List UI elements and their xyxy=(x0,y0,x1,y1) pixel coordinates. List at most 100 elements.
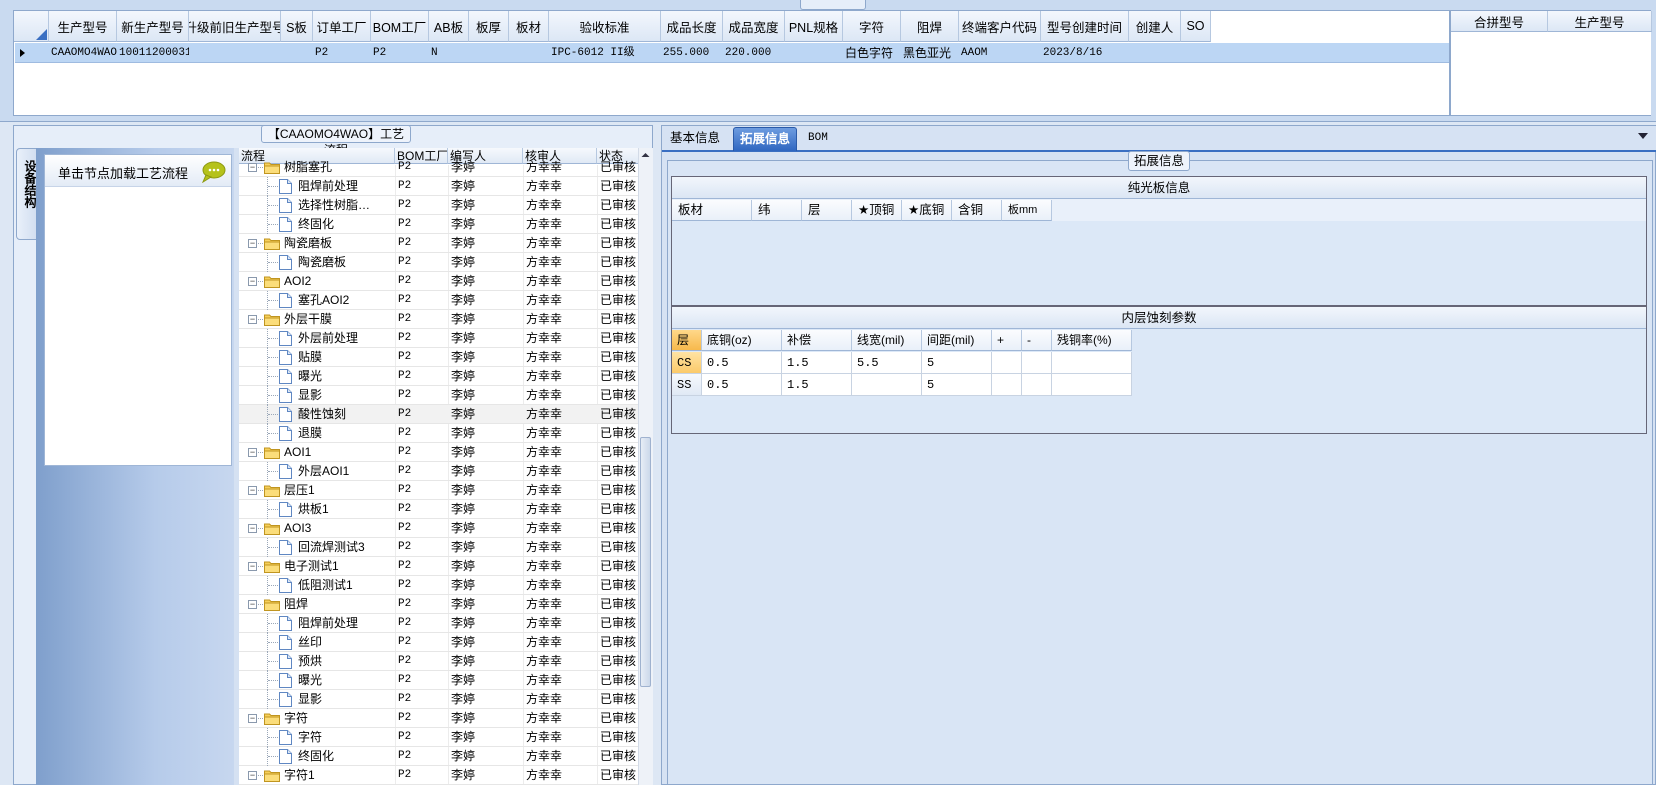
scrollbar-thumb[interactable] xyxy=(640,437,651,687)
grid-cell[interactable] xyxy=(1129,43,1181,63)
tree-node-step[interactable]: 显影 P2 李婷 方幸幸 已审核 xyxy=(239,690,639,709)
tree-node-folder[interactable]: − 字符 P2 李婷 方幸幸 已审核 xyxy=(239,709,639,728)
tab-extended-info[interactable]: 拓展信息 xyxy=(733,127,798,151)
col-header-created-time[interactable]: 型号创建时间 xyxy=(1041,11,1129,42)
grid-cell[interactable]: 220.000 xyxy=(723,43,785,63)
col-header-creator[interactable]: 创建人 xyxy=(1129,11,1181,42)
tree-node-step[interactable]: 退膜 P2 李婷 方幸幸 已审核 xyxy=(239,424,639,443)
tree-node-step[interactable]: 陶瓷磨板 P2 李婷 方幸幸 已审核 xyxy=(239,253,639,272)
grid-cell[interactable] xyxy=(1181,43,1211,63)
tree-node-step[interactable]: 终固化 P2 李婷 方幸幸 已审核 xyxy=(239,215,639,234)
etch-cell[interactable]: 5 xyxy=(922,374,992,396)
collapse-icon[interactable]: − xyxy=(248,771,257,780)
col-header-old-model[interactable]: 升级前旧生产型号 xyxy=(189,11,281,42)
tree-node-step[interactable]: 终固化 P2 李婷 方幸幸 已审核 xyxy=(239,747,639,766)
col-header-soldermask[interactable]: 阻焊 xyxy=(901,11,959,42)
grid-cell[interactable] xyxy=(469,43,509,63)
tree-node-folder[interactable]: − 层压1 P2 李婷 方幸幸 已审核 xyxy=(239,481,639,500)
col-header[interactable]: 板材 xyxy=(672,200,752,221)
etch-cell[interactable] xyxy=(1052,352,1132,374)
tree-node-step[interactable]: 字符 P2 李婷 方幸幸 已审核 xyxy=(239,728,639,747)
tab-dropdown-icon[interactable] xyxy=(1638,133,1648,139)
collapse-icon[interactable]: − xyxy=(248,486,257,495)
merge-col-header[interactable]: 合拼型号 xyxy=(1451,11,1548,32)
col-header[interactable]: 底铜(oz) xyxy=(702,330,782,351)
tree-node-folder[interactable]: − 阻焊 P2 李婷 方幸幸 已审核 xyxy=(239,595,639,614)
tree-node-step[interactable]: 显影 P2 李婷 方幸幸 已审核 xyxy=(239,386,639,405)
tree-node-folder[interactable]: − AOI2 P2 李婷 方幸幸 已审核 xyxy=(239,272,639,291)
etch-cell[interactable] xyxy=(992,352,1022,374)
grid-cell[interactable]: IPC-6012 II级 xyxy=(549,43,661,63)
etch-cell[interactable] xyxy=(1052,374,1132,396)
collapse-icon[interactable]: − xyxy=(248,277,257,286)
col-header[interactable]: 线宽(mil) xyxy=(852,330,922,351)
tree-node-step[interactable]: 酸性蚀刻 P2 李婷 方幸幸 已审核 xyxy=(239,405,639,424)
col-header[interactable]: - xyxy=(1022,330,1052,351)
grid-cell[interactable]: 白色字符 xyxy=(843,43,901,63)
tab-bom[interactable]: BOM xyxy=(802,127,834,151)
row-header-layer[interactable]: SS xyxy=(672,374,702,396)
grid-cell[interactable] xyxy=(509,43,549,63)
collapse-icon[interactable]: − xyxy=(248,524,257,533)
grid-cell[interactable]: N xyxy=(429,43,469,63)
collapse-icon[interactable]: − xyxy=(248,315,257,324)
col-header-model[interactable]: 生产型号 xyxy=(49,11,117,42)
tree-node-step[interactable]: 外层前处理 P2 李婷 方幸幸 已审核 xyxy=(239,329,639,348)
col-header[interactable]: 层 xyxy=(802,200,852,221)
tree-node-folder[interactable]: − AOI3 P2 李婷 方幸幸 已审核 xyxy=(239,519,639,538)
tree-node-folder[interactable]: − AOI1 P2 李婷 方幸幸 已审核 xyxy=(239,443,639,462)
tree-node-step[interactable]: 外层AOI1 P2 李婷 方幸幸 已审核 xyxy=(239,462,639,481)
col-header-material[interactable]: 板材 xyxy=(509,11,549,42)
grid-cell[interactable]: 10011200031113 xyxy=(117,43,189,63)
grid-cell[interactable]: 2023/8/16 xyxy=(1041,43,1129,63)
tree-node-folder[interactable]: − 树脂塞孔 P2 李婷 方幸幸 已审核 xyxy=(239,158,639,177)
col-header-ab-board[interactable]: AB板 xyxy=(429,11,469,42)
tree-node-step[interactable]: 丝印 P2 李婷 方幸幸 已审核 xyxy=(239,633,639,652)
tree-node-folder[interactable]: − 电子测试1 P2 李婷 方幸幸 已审核 xyxy=(239,557,639,576)
col-header[interactable]: ★底铜 xyxy=(902,200,952,221)
tree-node-step[interactable]: 回流焊测试3 P2 李婷 方幸幸 已审核 xyxy=(239,538,639,557)
grid-cell[interactable]: P2 xyxy=(371,43,429,63)
collapse-icon[interactable]: − xyxy=(248,163,257,172)
tree-node-folder[interactable]: − 字符1 P2 李婷 方幸幸 已审核 xyxy=(239,766,639,785)
etch-cell[interactable] xyxy=(992,374,1022,396)
row-header-layer[interactable]: CS xyxy=(672,352,702,374)
collapse-icon[interactable]: − xyxy=(248,562,257,571)
grid-cell[interactable] xyxy=(189,43,281,63)
col-header[interactable]: 纬 xyxy=(752,200,802,221)
collapse-icon[interactable]: − xyxy=(248,239,257,248)
grid-cell[interactable]: P2 xyxy=(313,43,371,63)
tree-node-step[interactable]: 选择性树脂… P2 李婷 方幸幸 已审核 xyxy=(239,196,639,215)
etch-cell[interactable]: 5 xyxy=(922,352,992,374)
etch-cell[interactable]: 1.5 xyxy=(782,352,852,374)
grid-cell[interactable]: 黑色亚光 xyxy=(901,43,959,63)
tree-node-step[interactable]: 曝光 P2 李婷 方幸幸 已审核 xyxy=(239,671,639,690)
col-header-layer[interactable]: 层 xyxy=(672,330,702,351)
scroll-up-icon[interactable] xyxy=(640,150,651,160)
col-header-order-factory[interactable]: 订单工厂 xyxy=(313,11,371,42)
etch-cell[interactable] xyxy=(1022,374,1052,396)
col-header[interactable]: 补偿 xyxy=(782,330,852,351)
grid-cell[interactable] xyxy=(281,43,313,63)
col-header-customer-code[interactable]: 终端客户代码 xyxy=(959,11,1041,42)
col-header[interactable]: + xyxy=(992,330,1022,351)
grid-cell[interactable] xyxy=(785,43,843,63)
col-header[interactable]: 含铜 xyxy=(952,200,1002,221)
tree-node-step[interactable]: 阻焊前处理 P2 李婷 方幸幸 已审核 xyxy=(239,177,639,196)
grid-cell[interactable]: AAOM xyxy=(959,43,1041,63)
col-header[interactable]: 间距(mil) xyxy=(922,330,992,351)
collapse-icon[interactable]: − xyxy=(248,714,257,723)
collapse-icon[interactable]: − xyxy=(248,448,257,457)
etch-cell[interactable]: 1.5 xyxy=(782,374,852,396)
tree-node-step[interactable]: 阻焊前处理 P2 李婷 方幸幸 已审核 xyxy=(239,614,639,633)
tab-basic-info[interactable]: 基本信息 xyxy=(664,127,726,151)
merge-col-header[interactable]: 生产型号 xyxy=(1548,11,1652,32)
etch-cell[interactable]: 5.5 xyxy=(852,352,922,374)
col-header-silkscreen[interactable]: 字符 xyxy=(843,11,901,42)
tree-node-step[interactable]: 贴膜 P2 李婷 方幸幸 已审核 xyxy=(239,348,639,367)
col-header[interactable]: 残铜率(%) xyxy=(1052,330,1132,351)
etch-cell[interactable] xyxy=(852,374,922,396)
col-header-s-board[interactable]: S板 xyxy=(281,11,313,42)
tree-node-folder[interactable]: − 陶瓷磨板 P2 李婷 方幸幸 已审核 xyxy=(239,234,639,253)
col-header-so[interactable]: SO xyxy=(1181,11,1211,42)
